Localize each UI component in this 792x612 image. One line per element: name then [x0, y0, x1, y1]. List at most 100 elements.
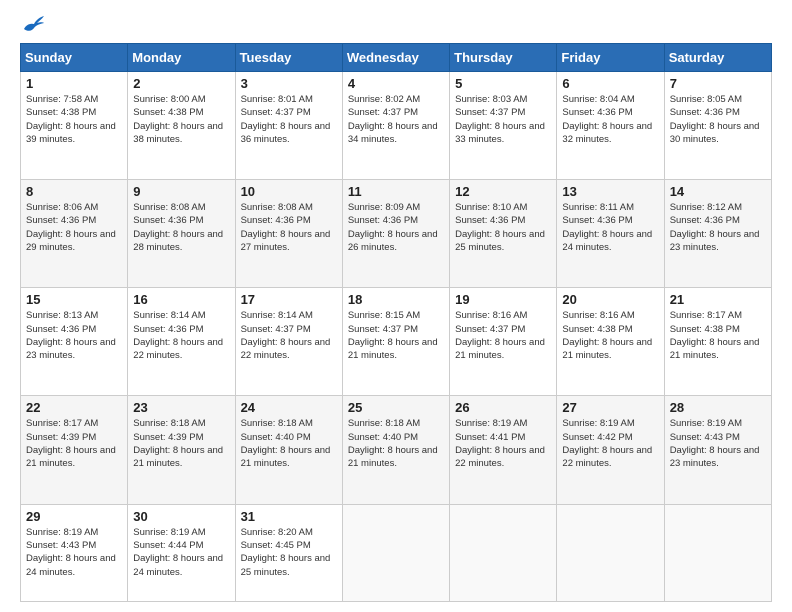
- calendar-cell: 4 Sunrise: 8:02 AM Sunset: 4:37 PM Dayli…: [342, 72, 449, 180]
- calendar-cell: 3 Sunrise: 8:01 AM Sunset: 4:37 PM Dayli…: [235, 72, 342, 180]
- day-header-friday: Friday: [557, 44, 664, 72]
- daylight-label: Daylight: 8 hours and 22 minutes.: [241, 337, 331, 361]
- sunset-label: Sunset: 4:38 PM: [133, 107, 203, 118]
- cell-content: Sunrise: 8:18 AM Sunset: 4:39 PM Dayligh…: [133, 417, 229, 470]
- cell-content: Sunrise: 8:14 AM Sunset: 4:36 PM Dayligh…: [133, 309, 229, 362]
- cell-content: Sunrise: 8:17 AM Sunset: 4:38 PM Dayligh…: [670, 309, 766, 362]
- calendar-cell: 22 Sunrise: 8:17 AM Sunset: 4:39 PM Dayl…: [21, 396, 128, 504]
- cell-content: Sunrise: 8:15 AM Sunset: 4:37 PM Dayligh…: [348, 309, 444, 362]
- day-header-saturday: Saturday: [664, 44, 771, 72]
- day-number: 16: [133, 292, 229, 307]
- calendar-cell: 29 Sunrise: 8:19 AM Sunset: 4:43 PM Dayl…: [21, 504, 128, 601]
- daylight-label: Daylight: 8 hours and 21 minutes.: [348, 337, 438, 361]
- cell-content: Sunrise: 8:19 AM Sunset: 4:42 PM Dayligh…: [562, 417, 658, 470]
- sunset-label: Sunset: 4:36 PM: [241, 215, 311, 226]
- day-number: 11: [348, 184, 444, 199]
- sunrise-label: Sunrise: 8:05 AM: [670, 94, 742, 105]
- day-number: 5: [455, 76, 551, 91]
- sunrise-label: Sunrise: 8:16 AM: [562, 310, 634, 321]
- day-number: 21: [670, 292, 766, 307]
- daylight-label: Daylight: 8 hours and 23 minutes.: [670, 229, 760, 253]
- calendar-cell: 17 Sunrise: 8:14 AM Sunset: 4:37 PM Dayl…: [235, 288, 342, 396]
- day-number: 12: [455, 184, 551, 199]
- day-number: 20: [562, 292, 658, 307]
- sunset-label: Sunset: 4:36 PM: [670, 215, 740, 226]
- daylight-label: Daylight: 8 hours and 21 minutes.: [670, 337, 760, 361]
- daylight-label: Daylight: 8 hours and 23 minutes.: [26, 337, 116, 361]
- cell-content: Sunrise: 8:08 AM Sunset: 4:36 PM Dayligh…: [241, 201, 337, 254]
- daylight-label: Daylight: 8 hours and 22 minutes.: [133, 337, 223, 361]
- cell-content: Sunrise: 8:16 AM Sunset: 4:37 PM Dayligh…: [455, 309, 551, 362]
- sunrise-label: Sunrise: 8:17 AM: [670, 310, 742, 321]
- cell-content: Sunrise: 8:13 AM Sunset: 4:36 PM Dayligh…: [26, 309, 122, 362]
- sunset-label: Sunset: 4:43 PM: [670, 432, 740, 443]
- calendar-cell: 15 Sunrise: 8:13 AM Sunset: 4:36 PM Dayl…: [21, 288, 128, 396]
- calendar-cell: [664, 504, 771, 601]
- day-number: 17: [241, 292, 337, 307]
- sunrise-label: Sunrise: 8:12 AM: [670, 202, 742, 213]
- day-number: 4: [348, 76, 444, 91]
- day-header-monday: Monday: [128, 44, 235, 72]
- sunrise-label: Sunrise: 8:14 AM: [133, 310, 205, 321]
- sunset-label: Sunset: 4:36 PM: [133, 324, 203, 335]
- sunrise-label: Sunrise: 8:18 AM: [133, 418, 205, 429]
- daylight-label: Daylight: 8 hours and 29 minutes.: [26, 229, 116, 253]
- daylight-label: Daylight: 8 hours and 27 minutes.: [241, 229, 331, 253]
- daylight-label: Daylight: 8 hours and 24 minutes.: [562, 229, 652, 253]
- sunset-label: Sunset: 4:36 PM: [348, 215, 418, 226]
- cell-content: Sunrise: 8:12 AM Sunset: 4:36 PM Dayligh…: [670, 201, 766, 254]
- day-number: 2: [133, 76, 229, 91]
- cell-content: Sunrise: 8:05 AM Sunset: 4:36 PM Dayligh…: [670, 93, 766, 146]
- daylight-label: Daylight: 8 hours and 25 minutes.: [241, 553, 331, 577]
- calendar-cell: 31 Sunrise: 8:20 AM Sunset: 4:45 PM Dayl…: [235, 504, 342, 601]
- cell-content: Sunrise: 8:19 AM Sunset: 4:44 PM Dayligh…: [133, 526, 229, 579]
- sunset-label: Sunset: 4:36 PM: [455, 215, 525, 226]
- calendar-cell: 28 Sunrise: 8:19 AM Sunset: 4:43 PM Dayl…: [664, 396, 771, 504]
- cell-content: Sunrise: 8:16 AM Sunset: 4:38 PM Dayligh…: [562, 309, 658, 362]
- day-number: 15: [26, 292, 122, 307]
- calendar-cell: 27 Sunrise: 8:19 AM Sunset: 4:42 PM Dayl…: [557, 396, 664, 504]
- sunset-label: Sunset: 4:38 PM: [26, 107, 96, 118]
- daylight-label: Daylight: 8 hours and 30 minutes.: [670, 121, 760, 145]
- cell-content: Sunrise: 8:19 AM Sunset: 4:43 PM Dayligh…: [670, 417, 766, 470]
- sunset-label: Sunset: 4:36 PM: [670, 107, 740, 118]
- calendar-cell: 20 Sunrise: 8:16 AM Sunset: 4:38 PM Dayl…: [557, 288, 664, 396]
- calendar-cell: 2 Sunrise: 8:00 AM Sunset: 4:38 PM Dayli…: [128, 72, 235, 180]
- daylight-label: Daylight: 8 hours and 26 minutes.: [348, 229, 438, 253]
- sunrise-label: Sunrise: 8:16 AM: [455, 310, 527, 321]
- day-number: 30: [133, 509, 229, 524]
- sunset-label: Sunset: 4:40 PM: [241, 432, 311, 443]
- day-header-thursday: Thursday: [450, 44, 557, 72]
- sunset-label: Sunset: 4:36 PM: [26, 215, 96, 226]
- day-number: 31: [241, 509, 337, 524]
- cell-content: Sunrise: 8:11 AM Sunset: 4:36 PM Dayligh…: [562, 201, 658, 254]
- sunset-label: Sunset: 4:38 PM: [670, 324, 740, 335]
- day-number: 3: [241, 76, 337, 91]
- sunrise-label: Sunrise: 8:02 AM: [348, 94, 420, 105]
- calendar-cell: 14 Sunrise: 8:12 AM Sunset: 4:36 PM Dayl…: [664, 180, 771, 288]
- cell-content: Sunrise: 8:18 AM Sunset: 4:40 PM Dayligh…: [348, 417, 444, 470]
- sunset-label: Sunset: 4:44 PM: [133, 540, 203, 551]
- daylight-label: Daylight: 8 hours and 21 minutes.: [562, 337, 652, 361]
- sunset-label: Sunset: 4:37 PM: [241, 107, 311, 118]
- logo: [20, 15, 44, 33]
- day-number: 22: [26, 400, 122, 415]
- cell-content: Sunrise: 8:01 AM Sunset: 4:37 PM Dayligh…: [241, 93, 337, 146]
- day-header-wednesday: Wednesday: [342, 44, 449, 72]
- daylight-label: Daylight: 8 hours and 34 minutes.: [348, 121, 438, 145]
- cell-content: Sunrise: 8:19 AM Sunset: 4:43 PM Dayligh…: [26, 526, 122, 579]
- daylight-label: Daylight: 8 hours and 22 minutes.: [562, 445, 652, 469]
- calendar-cell: [557, 504, 664, 601]
- day-number: 6: [562, 76, 658, 91]
- sunrise-label: Sunrise: 8:14 AM: [241, 310, 313, 321]
- day-number: 29: [26, 509, 122, 524]
- header: [20, 15, 772, 33]
- sunset-label: Sunset: 4:36 PM: [133, 215, 203, 226]
- daylight-label: Daylight: 8 hours and 23 minutes.: [670, 445, 760, 469]
- day-number: 13: [562, 184, 658, 199]
- logo-bird-icon: [22, 15, 44, 33]
- cell-content: Sunrise: 8:02 AM Sunset: 4:37 PM Dayligh…: [348, 93, 444, 146]
- daylight-label: Daylight: 8 hours and 28 minutes.: [133, 229, 223, 253]
- cell-content: Sunrise: 8:09 AM Sunset: 4:36 PM Dayligh…: [348, 201, 444, 254]
- day-number: 26: [455, 400, 551, 415]
